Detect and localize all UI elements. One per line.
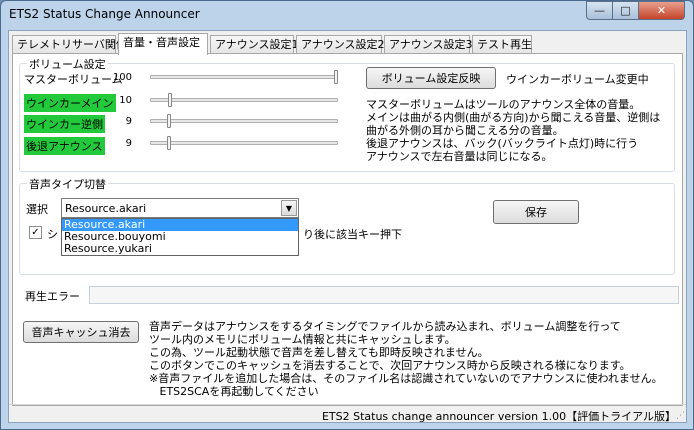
checkmark-icon: ✓ — [31, 227, 40, 238]
tab-announce-settings-2[interactable]: アナウンス設定2 — [296, 35, 385, 54]
tab-volume-voice-settings[interactable]: 音量・音声設定 — [118, 33, 208, 55]
tab-test-playback[interactable]: テスト再生 — [472, 35, 532, 54]
blinker-main-thumb[interactable] — [168, 93, 172, 107]
blinker-reverse-value: 9 — [125, 116, 132, 127]
tab-announce-settings-3[interactable]: アナウンス設定3 — [384, 35, 473, 54]
voice-type-selected-value: Resource.akari — [65, 202, 147, 215]
voice-type-select[interactable]: Resource.akari ▼ — [61, 198, 299, 218]
volume-settings-title: ボリューム設定 — [27, 56, 108, 72]
apply-volume-button[interactable]: ボリューム設定反映 — [366, 67, 496, 89]
tab-announce-settings-1[interactable]: アナウンス設定1 — [210, 35, 299, 54]
title-bar[interactable]: ETS2 Status Change Announcer — □ ✕ — [1, 1, 693, 29]
playback-error-field — [89, 286, 679, 304]
tab-page-volume-voice: ボリューム設定 マスターボリューム 100 ウインカーメイン 10 ウインカー逆… — [12, 53, 683, 406]
master-volume-label: マスターボリューム — [24, 73, 123, 86]
tab-telemetry-server[interactable]: テレメトリサーバ関係 — [12, 35, 127, 54]
blinker-reverse-thumb[interactable] — [167, 114, 171, 128]
voice-type-group: 音声タイプ切替 選択 Resource.akari ▼ Resource.aka… — [19, 176, 675, 275]
blinker-main-track — [150, 98, 338, 102]
blinker-main-value: 10 — [119, 95, 132, 106]
checkbox-label-prefix: シ — [47, 228, 58, 241]
voice-type-title: 音声タイプ切替 — [27, 176, 108, 192]
checkbox-label-suffix: り後に該当キー押下 — [303, 228, 402, 241]
blinker-reverse-label: ウインカー逆側 — [24, 115, 105, 133]
minimize-button[interactable]: — — [586, 1, 613, 20]
volume-description: マスターボリュームはツールのアナウンス全体の音量。 メインは曲がる内側(曲がる方… — [366, 98, 661, 163]
reverse-announce-track — [150, 141, 338, 145]
master-volume-slider[interactable] — [150, 70, 338, 84]
playback-error-label: 再生エラー — [25, 290, 80, 303]
master-volume-value: 100 — [112, 72, 132, 83]
voice-select-label: 選択 — [26, 203, 48, 216]
cache-description: 音声データはアナウンスをするタイミングでファイルから読み込まれ、ボリューム調整を… — [149, 320, 663, 398]
maximize-button[interactable]: □ — [612, 1, 639, 20]
clear-voice-cache-button[interactable]: 音声キャッシュ消去 — [23, 321, 139, 343]
dropdown-arrow-icon[interactable]: ▼ — [281, 200, 297, 216]
window-title: ETS2 Status Change Announcer — [9, 7, 200, 21]
blinker-reverse-track — [150, 119, 338, 123]
voice-type-dropdown-list[interactable]: Resource.akari Resource.bouyomi Resource… — [61, 218, 299, 256]
blinker-main-slider[interactable] — [150, 93, 338, 107]
reverse-announce-slider[interactable] — [150, 136, 338, 150]
resize-grip-icon[interactable]: ⋰ — [676, 411, 685, 421]
blinker-reverse-slider[interactable] — [150, 114, 338, 128]
master-volume-thumb[interactable] — [334, 70, 338, 84]
status-bar: ETS2 Status change announcer version 1.0… — [9, 404, 686, 423]
blinker-main-label: ウインカーメイン — [24, 94, 116, 112]
close-button[interactable]: ✕ — [638, 1, 685, 20]
voice-option-yukari[interactable]: Resource.yukari — [62, 243, 298, 255]
volume-status-text: ウインカーボリューム変更中 — [506, 73, 649, 86]
volume-settings-group: ボリューム設定 マスターボリューム 100 ウインカーメイン 10 ウインカー逆… — [19, 56, 675, 172]
reverse-announce-value: 9 — [125, 138, 132, 149]
voice-option-checkbox[interactable]: ✓ — [29, 226, 42, 239]
status-bar-text: ETS2 Status change announcer version 1.0… — [321, 410, 676, 423]
master-volume-track — [150, 75, 338, 79]
reverse-announce-label: 後退アナウンス — [24, 137, 105, 155]
reverse-announce-thumb[interactable] — [167, 136, 171, 150]
client-area: テレメトリサーバ関係 音量・音声設定 アナウンス設定1 アナウンス設定2 アナウ… — [8, 30, 687, 423]
save-button[interactable]: 保存 — [493, 200, 579, 224]
app-window: ETS2 Status Change Announcer — □ ✕ テレメトリ… — [0, 0, 694, 430]
